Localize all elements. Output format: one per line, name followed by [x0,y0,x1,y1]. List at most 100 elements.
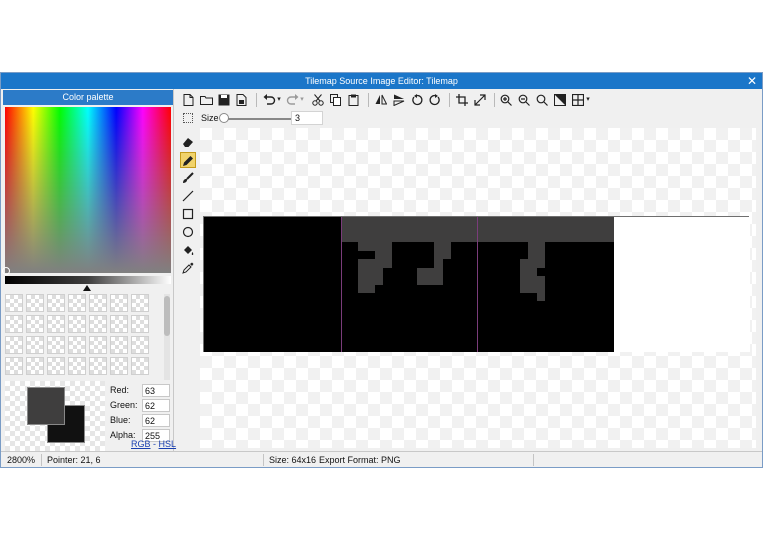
pixel-block [357,259,375,293]
pixel-block [528,242,546,260]
palette-swatch[interactable] [68,336,86,354]
blue-row: Blue: 62 [110,414,172,428]
palette-swatch[interactable] [26,336,44,354]
tile-4[interactable] [613,217,750,352]
palette-swatch[interactable] [110,336,128,354]
close-icon[interactable]: ✕ [746,73,758,89]
drawing-tools [178,128,198,448]
save-as-icon[interactable] [234,92,250,108]
flip-vertical-icon[interactable] [391,92,407,108]
zoom-level: 2800% [7,455,36,465]
status-separator [533,454,534,466]
rotate-left-icon[interactable] [409,92,425,108]
rectangle-icon[interactable] [180,206,196,222]
palette-swatch[interactable] [5,357,23,375]
palette-swatch[interactable] [5,315,23,333]
zoom-actual-icon[interactable] [552,92,568,108]
palette-swatch[interactable] [89,315,107,333]
red-label: Red: [110,385,130,395]
palette-swatch[interactable] [68,315,86,333]
open-folder-icon[interactable] [198,92,214,108]
palette-swatch[interactable] [110,294,128,312]
paste-icon[interactable] [346,92,362,108]
pixel-block [477,217,614,243]
palette-swatch[interactable] [131,294,149,312]
pixel-block [417,267,435,285]
palette-swatch[interactable] [47,315,65,333]
resize-icon[interactable] [472,92,488,108]
crop-icon[interactable] [454,92,470,108]
palette-swatch[interactable] [68,357,86,375]
blue-field[interactable]: 62 [142,414,170,427]
tile-1[interactable] [204,217,341,352]
status-bar: 2800% Pointer: 21, 6 Size: 64x16 Export … [1,451,762,467]
palette-swatch[interactable] [68,294,86,312]
red-field[interactable]: 63 [142,384,170,397]
undo-dropdown-icon[interactable]: ▾ [275,92,283,108]
palette-swatch[interactable] [131,315,149,333]
rotate-right-icon[interactable] [427,92,443,108]
size-slider-thumb[interactable] [219,113,229,123]
palette-swatch[interactable] [5,294,23,312]
zoom-in-icon[interactable] [498,92,514,108]
swatch-scrollbar[interactable] [164,294,170,380]
line-icon[interactable] [180,188,196,204]
palette-swatch[interactable] [89,357,107,375]
save-icon[interactable] [216,92,232,108]
toolbar-separator [256,93,257,107]
eraser-icon[interactable] [180,134,196,150]
palette-header: Color palette [3,90,173,105]
palette-swatch[interactable] [131,357,149,375]
lightness-slider[interactable] [5,276,171,284]
primary-color-swatch[interactable] [27,387,65,425]
spectrum-cursor[interactable] [2,267,10,275]
copy-icon[interactable] [328,92,344,108]
zoom-fit-icon[interactable] [534,92,550,108]
swatch-scroll-thumb[interactable] [164,296,170,336]
color-spectrum[interactable] [2,107,171,275]
selection-toggle-icon[interactable] [183,113,193,123]
cut-icon[interactable] [310,92,326,108]
pixel-block [357,242,375,251]
palette-swatch[interactable] [47,294,65,312]
title-bar: Tilemap Source Image Editor: Tilemap ✕ [1,73,762,89]
window-title: Tilemap Source Image Editor: Tilemap [305,76,458,86]
fill-bucket-icon[interactable] [180,242,196,258]
status-separator [41,454,42,466]
palette-swatch[interactable] [89,294,107,312]
eyedropper-icon[interactable] [180,260,196,276]
ellipse-icon[interactable] [180,224,196,240]
rgb-mode-link[interactable]: RGB [131,439,151,449]
zoom-out-icon[interactable] [516,92,532,108]
tilemap-image[interactable] [203,216,750,352]
tile-divider [340,217,342,352]
palette-swatch[interactable] [110,315,128,333]
palette-swatch[interactable] [26,357,44,375]
size-slider-track[interactable] [221,118,291,120]
palette-swatch[interactable] [47,357,65,375]
size-label: Size [201,113,219,123]
palette-swatch[interactable] [5,336,23,354]
size-value-field[interactable]: 3 [291,111,323,125]
canvas-area[interactable] [200,128,756,448]
editor-window: Tilemap Source Image Editor: Tilemap ✕ C… [0,72,763,468]
new-file-icon[interactable] [180,92,196,108]
pencil-icon[interactable] [180,152,196,168]
palette-swatch[interactable] [131,336,149,354]
brush-icon[interactable] [180,170,196,186]
image-size: Size: 64x16 [269,455,317,465]
redo-dropdown-icon[interactable]: ▾ [298,92,306,108]
color-mode-links: RGB - HSL [131,439,176,449]
flip-horizontal-icon[interactable] [373,92,389,108]
lightness-marker-icon[interactable] [83,285,91,291]
mode-separator: - [153,439,157,449]
palette-swatch[interactable] [26,294,44,312]
green-field[interactable]: 62 [142,399,170,412]
pixel-block [374,267,384,285]
palette-swatch[interactable] [26,315,44,333]
palette-swatch[interactable] [89,336,107,354]
grid-dropdown-icon[interactable]: ▾ [584,92,592,108]
palette-swatch[interactable] [110,357,128,375]
hsl-mode-link[interactable]: HSL [159,439,177,449]
palette-swatch[interactable] [47,336,65,354]
